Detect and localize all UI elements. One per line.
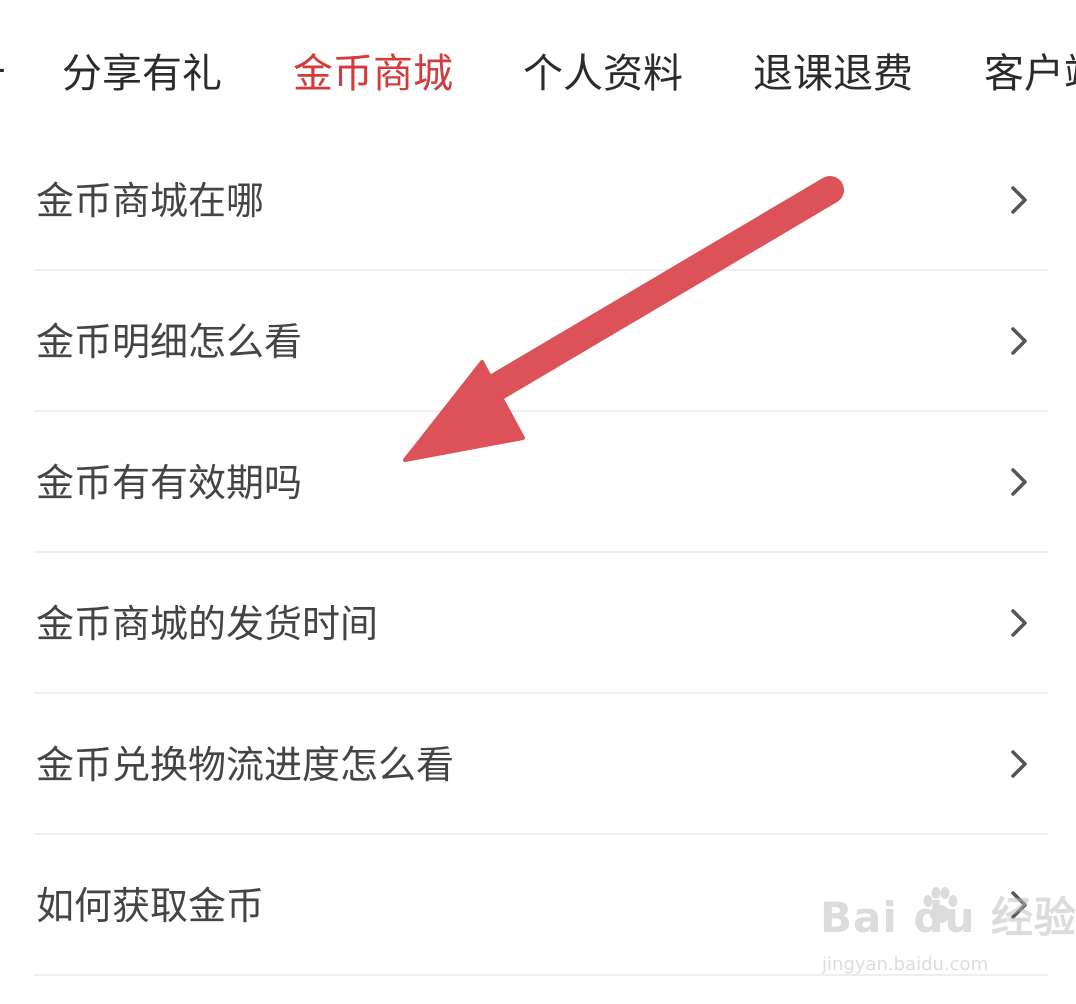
screen: - 分享有礼 金币商城 个人资料 退课退费 客户端 金币商城在哪 金币明细怎么看… <box>0 0 1076 1004</box>
faq-item[interactable]: 金币兑换物流进度怎么看 <box>34 694 1048 835</box>
tab-client[interactable]: 客户端 <box>984 46 1076 102</box>
faq-item[interactable]: 金币商城在哪 <box>34 130 1048 271</box>
category-tab-bar: - 分享有礼 金币商城 个人资料 退课退费 客户端 <box>0 0 1076 150</box>
chevron-right-icon <box>1011 186 1027 214</box>
chevron-right-icon <box>1011 468 1027 496</box>
faq-item-label: 金币兑换物流进度怎么看 <box>36 743 455 787</box>
chevron-right-icon <box>1011 891 1027 919</box>
faq-item[interactable]: 如何获取金币 <box>34 835 1048 976</box>
tab-refund[interactable]: 退课退费 <box>753 46 913 102</box>
faq-item-label: 金币商城的发货时间 <box>36 602 379 646</box>
chevron-right-icon <box>1011 327 1027 355</box>
faq-item[interactable]: 金币明细怎么看 <box>34 271 1048 412</box>
tab-share-gift[interactable]: 分享有礼 <box>62 46 222 102</box>
faq-item-label: 金币商城在哪 <box>36 179 265 223</box>
tab-coin-mall[interactable]: 金币商城 <box>293 46 453 102</box>
faq-item[interactable]: 金币有有效期吗 <box>34 412 1048 553</box>
faq-item[interactable]: 金币商城的发货时间 <box>34 553 1048 694</box>
faq-item-label: 金币有有效期吗 <box>36 461 303 505</box>
tab-personal-info[interactable]: 个人资料 <box>523 46 683 102</box>
tab-edge-fragment: - <box>0 46 6 90</box>
chevron-right-icon <box>1011 750 1027 778</box>
faq-item-label: 如何获取金币 <box>36 884 265 928</box>
chevron-right-icon <box>1011 609 1027 637</box>
faq-item-label: 金币明细怎么看 <box>36 320 303 364</box>
